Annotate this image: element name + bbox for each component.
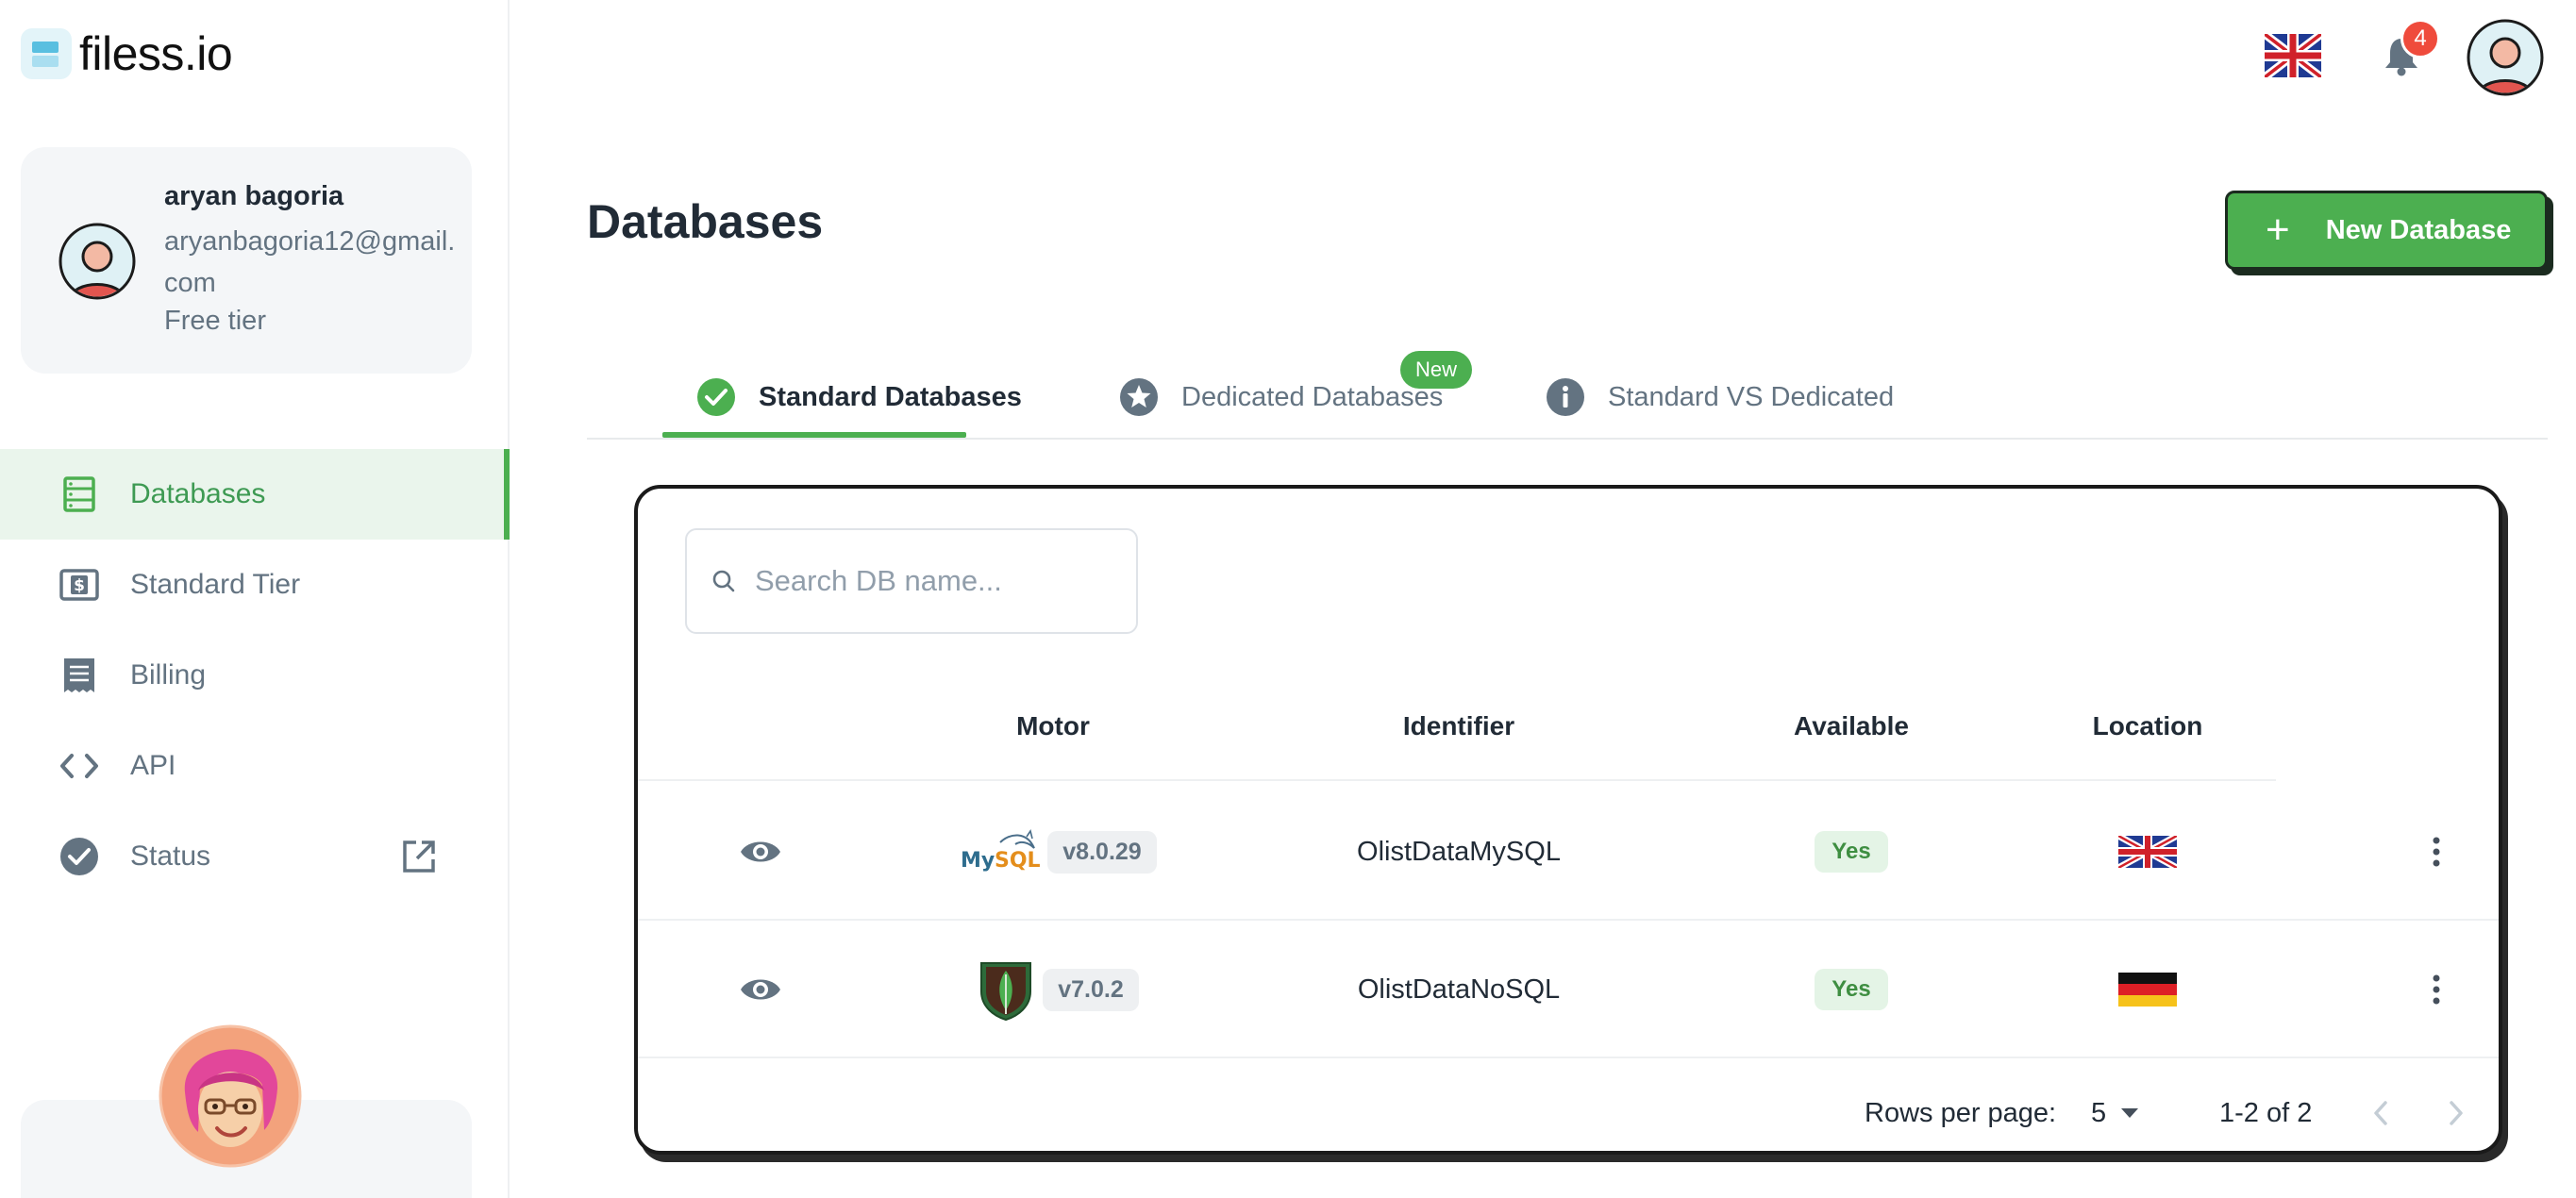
sidebar-item-label: Status: [130, 840, 211, 872]
eye-icon: [741, 979, 780, 1000]
user-card: aryan bagoria aryanbagoria12@gmail.com F…: [21, 147, 472, 374]
check-circle-icon: [697, 378, 735, 416]
account-avatar[interactable]: [2467, 19, 2544, 96]
tab-label: Standard VS Dedicated: [1608, 381, 1895, 412]
new-database-button[interactable]: + New Database: [2225, 191, 2548, 270]
sidebar-item-api[interactable]: API: [0, 721, 510, 811]
table-row[interactable]: v7.0.2 OlistDataNoSQL Yes: [638, 921, 2499, 1058]
search-input[interactable]: [755, 564, 1113, 598]
mysql-logo-icon: My SQL: [961, 829, 1040, 873]
code-icon: [59, 745, 100, 787]
language-flag-uk-icon[interactable]: [2265, 34, 2321, 77]
star-circle-icon: [1120, 378, 1158, 416]
sidebar-item-label: Databases: [130, 478, 266, 509]
sidebar-item-label: Billing: [130, 659, 207, 691]
page-title: Databases: [587, 195, 824, 248]
column-header-identifier[interactable]: Identifier: [1346, 711, 1572, 741]
user-avatar: [59, 223, 136, 300]
available-status-badge: Yes: [1815, 831, 1888, 873]
svg-text:My: My: [961, 849, 995, 873]
sidebar-item-label: Standard Tier: [130, 569, 301, 600]
view-button[interactable]: [723, 783, 798, 921]
mascot-avatar-icon: [159, 1024, 302, 1168]
available-cell: Yes: [1738, 783, 1965, 921]
next-page-button[interactable]: [2446, 1066, 2467, 1151]
databases-table-card: Motor Identifier Available Location My S…: [634, 485, 2502, 1155]
chevron-right-icon: [2450, 1101, 2463, 1125]
sidebar-item-status[interactable]: Status: [0, 811, 510, 902]
logo-icon: [21, 28, 72, 79]
receipt-icon: [59, 655, 100, 696]
check-circle-icon: [59, 836, 100, 877]
column-header-available[interactable]: Available: [1738, 711, 1965, 741]
svg-text:SQL: SQL: [995, 849, 1040, 873]
engine-cell: v7.0.2: [949, 921, 1166, 1058]
tab-standard-vs-dedicated[interactable]: Standard VS Dedicated: [1546, 355, 1894, 440]
sidebar-item-label: API: [130, 750, 176, 781]
sidebar-item-standard-tier[interactable]: $ Standard Tier: [0, 540, 510, 630]
user-tier: Free tier: [164, 306, 266, 336]
table-header-divider: [638, 779, 2276, 781]
database-tabs: Standard Databases Dedicated Databases S…: [587, 355, 2548, 440]
database-icon: [59, 474, 100, 515]
location-cell: [2034, 921, 2261, 1058]
view-button[interactable]: [723, 921, 798, 1058]
version-chip: v7.0.2: [1043, 968, 1139, 1011]
app-logo[interactable]: filess.io: [21, 26, 233, 81]
active-tab-indicator: [662, 432, 966, 438]
germany-flag-icon: [2118, 973, 2177, 1007]
dollar-bill-icon: $: [59, 564, 100, 606]
info-circle-icon: [1547, 378, 1584, 416]
row-menu-button[interactable]: [2408, 783, 2465, 921]
external-link-icon[interactable]: [400, 838, 438, 875]
user-name: aryan bagoria: [164, 181, 344, 211]
logo-text: filess.io: [79, 27, 233, 80]
location-cell: [2034, 783, 2261, 921]
available-cell: Yes: [1738, 921, 1965, 1058]
tab-label: Standard Databases: [759, 381, 1022, 412]
sidebar: filess.io aryan bagoria aryanbagoria12@g…: [0, 0, 510, 1198]
search-field[interactable]: [685, 528, 1138, 634]
version-chip: v8.0.29: [1047, 830, 1157, 874]
new-database-label: New Database: [2325, 214, 2512, 245]
tab-dedicated-databases[interactable]: Dedicated Databases: [1119, 355, 1443, 440]
engine-cell: My SQL v8.0.29: [949, 783, 1166, 921]
rows-per-page-select[interactable]: 5: [2091, 1066, 2140, 1151]
user-email: aryanbagoria12@gmail.com: [164, 226, 456, 298]
column-header-motor[interactable]: Motor: [949, 711, 1157, 741]
sidebar-item-databases[interactable]: Databases: [0, 449, 510, 540]
new-badge: New: [1400, 351, 1472, 389]
table-row[interactable]: My SQL v8.0.29 OlistDataMySQL Yes: [638, 783, 2499, 921]
search-icon: [712, 570, 735, 592]
caret-down-icon: [2121, 1108, 2139, 1118]
eye-icon: [741, 841, 780, 862]
identifier-cell: OlistDataMySQL: [1357, 836, 1561, 867]
uk-flag-icon: [2118, 836, 2177, 868]
chevron-left-icon: [2374, 1101, 2387, 1125]
more-vertical-icon: [2433, 974, 2440, 1005]
pagination-range: 1-2 of 2: [2219, 1097, 2313, 1128]
svg-text:$: $: [74, 576, 85, 595]
mongodb-logo-icon: [980, 962, 1032, 1022]
tab-label: Dedicated Databases: [1181, 381, 1444, 412]
plus-icon: +: [2266, 207, 2290, 253]
available-status-badge: Yes: [1815, 969, 1888, 1010]
row-menu-button[interactable]: [2408, 921, 2465, 1058]
previous-page-button[interactable]: [2370, 1066, 2391, 1151]
tab-standard-databases[interactable]: Standard Databases: [696, 355, 1022, 440]
rows-per-page-label: Rows per page:: [1865, 1097, 2057, 1128]
more-vertical-icon: [2433, 837, 2440, 867]
identifier-cell: OlistDataNoSQL: [1357, 973, 1561, 1005]
sidebar-item-billing[interactable]: Billing: [0, 630, 510, 721]
rows-per-page-value: 5: [2091, 1097, 2107, 1128]
sidebar-nav: Databases $ Standard Tier Billing API St…: [0, 449, 510, 902]
column-header-location[interactable]: Location: [2034, 711, 2261, 741]
notification-count-badge: 4: [2400, 19, 2440, 58]
